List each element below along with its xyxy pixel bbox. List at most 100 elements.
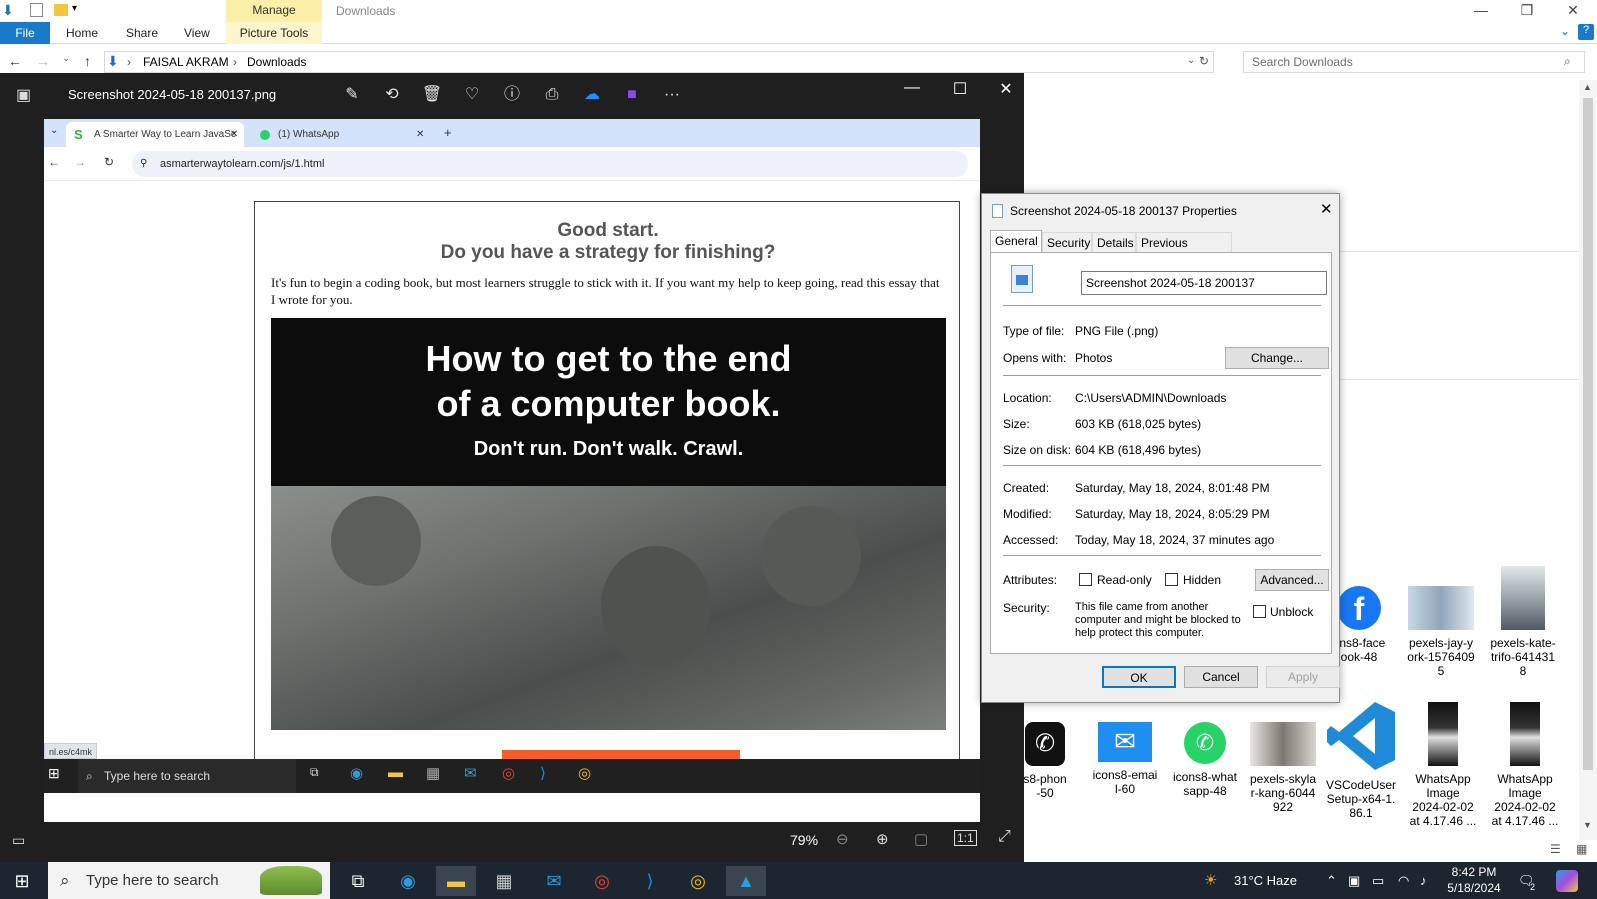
clipchamp-icon[interactable]: ■ — [620, 83, 644, 107]
volume-icon[interactable]: ♪ — [1420, 862, 1427, 899]
scroll-up-icon[interactable]: ▲ — [1583, 82, 1592, 92]
address-bar[interactable]: ⬇ › FAISAL AKRAM › Downloads ⌄ ↻ — [104, 51, 1214, 73]
tab-picture-tools[interactable]: Picture Tools — [226, 22, 322, 44]
cancel-button[interactable]: Cancel — [1184, 666, 1258, 688]
maximize-button[interactable]: ☐ — [940, 79, 980, 103]
chrome-icon[interactable]: ◎ — [582, 866, 622, 896]
zoom-out-icon[interactable]: ⊖ — [836, 830, 849, 848]
rotate-icon[interactable]: ⟲ — [380, 83, 404, 107]
tab-view[interactable]: View — [170, 22, 224, 44]
help-icon[interactable]: ? — [1578, 24, 1594, 40]
scroll-thumb[interactable] — [1583, 98, 1593, 770]
close-icon[interactable]: ✕ — [1320, 200, 1333, 218]
clock-time[interactable]: 8:42 PM — [1444, 865, 1504, 879]
taskbar-search-box[interactable]: ⌕ Type here to search — [48, 862, 330, 899]
edge-icon[interactable]: ◉ — [388, 866, 428, 896]
folder-icon[interactable] — [54, 4, 68, 16]
manage-context-tab[interactable]: Manage — [226, 0, 322, 22]
zoom-in-icon[interactable]: ⊕ — [876, 830, 889, 848]
task-view-icon[interactable]: ⧉ — [338, 866, 378, 896]
search-input[interactable]: Search Downloads — [1243, 51, 1585, 73]
change-button[interactable]: Change... — [1225, 347, 1329, 369]
up-arrow-icon[interactable]: ↑ — [84, 53, 91, 69]
readonly-checkbox[interactable] — [1079, 573, 1092, 586]
address-dropdown-icon[interactable]: ⌄ — [1187, 55, 1195, 66]
tab-file[interactable]: File — [0, 22, 50, 44]
vscode-icon — [1325, 700, 1397, 772]
close-button[interactable]: ✕ — [986, 79, 1026, 103]
apply-button[interactable]: Apply — [1266, 666, 1340, 688]
print-icon[interactable]: ⎙ — [540, 83, 564, 107]
facebook-icon: f — [1337, 586, 1381, 630]
battery-icon[interactable]: ▭ — [1372, 862, 1384, 899]
vscode-icon[interactable]: ⟩ — [630, 866, 670, 896]
notifications-icon[interactable]: 🗨 — [1518, 862, 1535, 899]
clock-date[interactable]: 5/18/2024 — [1440, 881, 1508, 895]
file-item[interactable]: WhatsApp Image 2024-02-02 at 4.17.46 ... — [1398, 702, 1488, 828]
file-item[interactable]: pexels-jay-y ork-1576409 5 — [1396, 586, 1486, 678]
weather-text[interactable]: 31°C Haze — [1234, 862, 1297, 899]
scrollbar[interactable]: ▲ ▼ — [1579, 80, 1597, 840]
unblock-checkbox[interactable] — [1253, 605, 1266, 618]
tab-security[interactable]: Security — [1042, 232, 1092, 252]
mail-icon[interactable]: ✉ — [534, 866, 574, 896]
onedrive-icon[interactable]: ☁ — [580, 83, 604, 107]
size-label: Size: — [1003, 417, 1030, 431]
file-item[interactable]: WhatsApp Image 2024-02-02 at 4.17.46 ... — [1480, 702, 1570, 828]
gallery-icon[interactable]: ▣ — [16, 85, 31, 105]
file-item[interactable]: ✆ icons8-what sapp-48 — [1160, 722, 1250, 798]
tab-share[interactable]: Share — [112, 22, 172, 44]
filmstrip-icon[interactable]: ▭ — [12, 832, 25, 849]
weather-icon[interactable]: ☀ — [1204, 871, 1217, 889]
tab-general[interactable]: General — [990, 230, 1042, 252]
forward-arrow-icon[interactable]: → — [36, 53, 50, 69]
details-view-icon[interactable]: ☰ — [1550, 842, 1561, 856]
close-button[interactable]: ✕ — [1550, 0, 1596, 22]
fullscreen-icon[interactable]: ⤢ — [998, 828, 1011, 846]
back-arrow-icon[interactable]: ← — [8, 53, 22, 69]
customize-dropdown-icon[interactable]: ▾ — [72, 3, 77, 14]
tab-details[interactable]: Details — [1092, 232, 1136, 252]
close-tab-icon: ✕ — [230, 129, 239, 140]
minimize-button[interactable]: — — [892, 79, 932, 103]
delete-icon[interactable]: 🗑 — [420, 83, 444, 107]
properties-icon[interactable] — [30, 3, 43, 17]
scroll-down-icon[interactable]: ▼ — [1583, 820, 1592, 830]
photos-icon[interactable]: ▲ — [726, 866, 766, 896]
maximize-button[interactable]: ❐ — [1504, 0, 1550, 22]
store-icon[interactable]: ▦ — [484, 866, 524, 896]
large-icons-view-icon[interactable]: ▦ — [1576, 842, 1587, 856]
advanced-button[interactable]: Advanced... — [1255, 569, 1329, 591]
down-arrow-icon[interactable]: ⬇ — [2, 2, 14, 19]
zoom-level: 79% — [790, 832, 819, 848]
chrome-profile-icon[interactable]: ◎ — [678, 866, 718, 896]
file-item[interactable]: VSCodeUser Setup-x64-1. 86.1 — [1316, 700, 1406, 820]
expand-ribbon-icon[interactable]: ⌄ — [1560, 24, 1570, 38]
windows-start-icon[interactable]: ⊞ — [2, 866, 42, 896]
refresh-icon[interactable]: ↻ — [1199, 54, 1209, 68]
tab-home[interactable]: Home — [52, 22, 112, 44]
edit-image-icon[interactable]: ✎ — [340, 83, 364, 107]
minimize-button[interactable]: — — [1458, 0, 1504, 22]
filename-field[interactable]: Screenshot 2024-05-18 200137 — [1081, 271, 1327, 295]
file-explorer-icon[interactable]: ▬ — [436, 866, 476, 896]
ok-button[interactable]: OK — [1102, 666, 1176, 688]
file-item[interactable]: ✉ icons8-emai l-60 — [1080, 722, 1170, 796]
hidden-checkbox[interactable] — [1165, 573, 1178, 586]
file-item[interactable]: pexels-skyla r-kang-6044 922 — [1238, 722, 1328, 814]
wifi-icon[interactable]: ◠ — [1398, 862, 1409, 899]
fit-window-icon[interactable]: ▢ — [914, 830, 928, 848]
show-hidden-icons-icon[interactable]: ⌃ — [1326, 862, 1337, 899]
meet-icon[interactable]: ▣ — [1348, 862, 1360, 899]
info-icon[interactable]: ⓘ — [500, 83, 524, 107]
copilot-icon[interactable] — [1556, 870, 1578, 892]
breadcrumb-user[interactable]: FAISAL AKRAM — [143, 55, 229, 69]
favorite-icon[interactable]: ♡ — [460, 83, 484, 107]
more-options-icon[interactable]: ··· — [660, 83, 684, 107]
type-value: PNG File (.png) — [1075, 324, 1159, 338]
file-item[interactable]: pexels-kate- trifo-641431 8 — [1478, 566, 1568, 678]
actual-size-icon[interactable]: 1:1 — [954, 830, 977, 846]
tab-previous-versions[interactable]: Previous Versions — [1136, 232, 1232, 270]
breadcrumb-downloads[interactable]: Downloads — [247, 55, 306, 69]
recent-locations-icon[interactable]: ⌄ — [62, 53, 70, 64]
